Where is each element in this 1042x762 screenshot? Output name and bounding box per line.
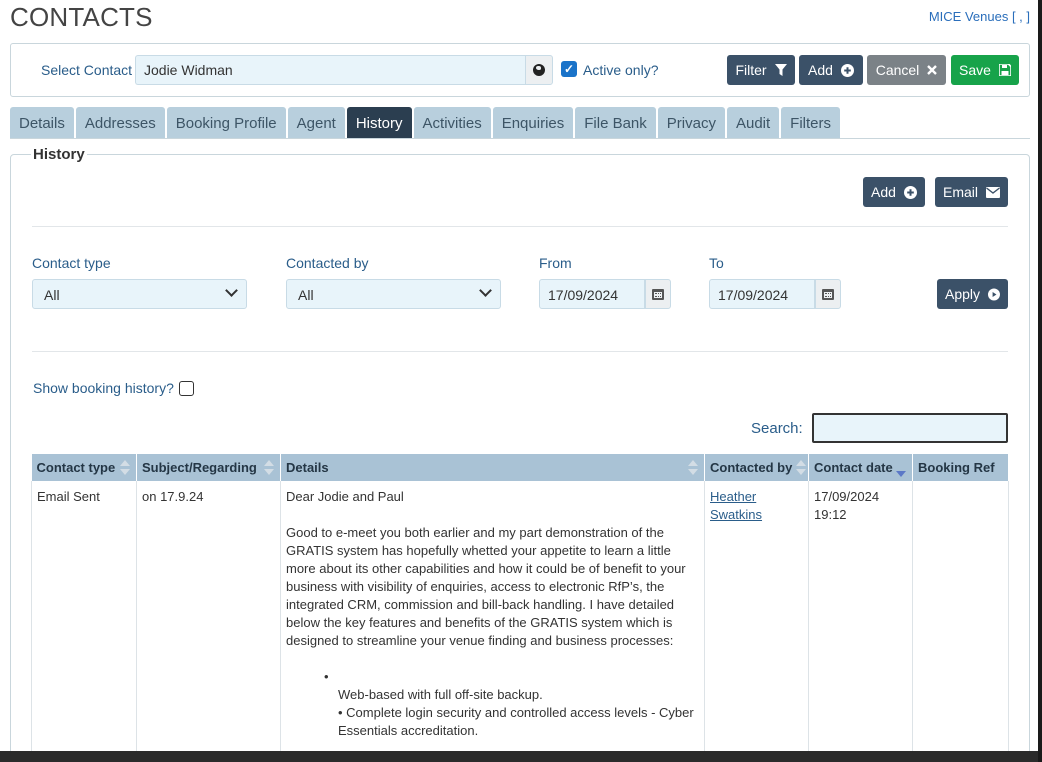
contact-type-value: All — [44, 287, 60, 303]
show-booking-history-checkbox[interactable] — [179, 381, 194, 396]
tab-details[interactable]: Details — [10, 107, 74, 139]
show-booking-history-label: Show booking history? — [33, 380, 174, 396]
add-contact-button[interactable]: Add — [799, 55, 863, 85]
cell-contact-date: 17/09/2024 19:12 — [808, 481, 913, 762]
table-header-row: Contact type Subject/Regarding Details C… — [31, 454, 1009, 481]
add-button-label: Add — [808, 62, 833, 78]
contacted-by-link[interactable]: Swatkins — [710, 507, 762, 522]
sort-icon — [796, 460, 806, 476]
contacted-by-value: All — [298, 287, 314, 303]
contact-bar: Select Contact Jodie Widman ✓ Active onl… — [10, 43, 1030, 97]
to-calendar-button[interactable] — [815, 279, 841, 309]
contact-type-label: Contact type — [32, 255, 111, 271]
column-header-booking-ref[interactable]: Booking Ref — [912, 454, 1009, 481]
filter-button[interactable]: Filter — [727, 55, 795, 85]
calendar-icon — [652, 288, 664, 300]
cell-booking-ref — [912, 481, 1009, 762]
cell-subject: on 17.9.24 — [136, 481, 281, 762]
history-add-label: Add — [871, 184, 896, 200]
tab-filters[interactable]: Filters — [781, 107, 841, 139]
cell-details: Dear Jodie and Paul Good to e-meet you b… — [280, 481, 705, 762]
cell-contacted-by: Heather Swatkins — [704, 481, 809, 762]
bullet-item: Web-based with full off-site backup. — [338, 687, 543, 702]
contact-date-value: 17/09/2024 — [814, 489, 880, 504]
chevron-down-icon — [225, 284, 238, 297]
column-header-details[interactable]: Details — [280, 454, 705, 481]
column-header-subject[interactable]: Subject/Regarding — [136, 454, 281, 481]
table-row[interactable]: Email Sent on 17.9.24 Dear Jodie and Pau… — [31, 481, 1009, 762]
to-date-input[interactable]: 17/09/2024 — [709, 279, 815, 309]
sort-icon — [120, 460, 130, 476]
tab-history[interactable]: History — [346, 107, 412, 139]
column-header-contacted-by[interactable]: Contacted by — [704, 454, 809, 481]
divider — [32, 351, 1008, 352]
window-right-edge — [1038, 0, 1042, 762]
select-contact-label: Select Contact — [41, 62, 133, 78]
cell-contact-type: Email Sent — [31, 481, 137, 762]
contact-input[interactable]: Jodie Widman — [135, 55, 525, 85]
floppy-disk-icon — [998, 64, 1011, 76]
tab-enquiries[interactable]: Enquiries — [492, 107, 574, 139]
plus-circle-icon — [903, 185, 917, 199]
contacted-by-select[interactable]: All — [286, 279, 501, 309]
column-header-contact-type[interactable]: Contact type — [31, 454, 137, 481]
divider — [32, 226, 1008, 227]
history-email-button[interactable]: Email — [935, 177, 1008, 207]
column-header-contact-date[interactable]: Contact date — [808, 454, 913, 481]
filter-icon — [774, 64, 787, 76]
sort-icon — [688, 460, 698, 476]
calendar-icon — [822, 288, 834, 300]
close-icon — [927, 65, 938, 75]
contact-time-value: 19:12 — [814, 507, 847, 522]
history-legend: History — [31, 146, 87, 163]
tab-privacy[interactable]: Privacy — [657, 107, 725, 139]
play-circle-icon — [988, 288, 1000, 300]
plus-circle-icon — [840, 63, 854, 77]
contacted-by-link[interactable]: Heather — [710, 489, 756, 504]
tab-bar: Details Addresses Booking Profile Agent … — [10, 107, 841, 139]
to-label: To — [709, 255, 724, 271]
filter-button-label: Filter — [735, 62, 767, 78]
from-calendar-button[interactable] — [645, 279, 671, 309]
history-table: Contact type Subject/Regarding Details C… — [31, 454, 1009, 762]
search-input[interactable] — [812, 413, 1008, 443]
from-label: From — [539, 255, 572, 271]
chevron-down-icon — [479, 284, 492, 297]
globe-icon — [533, 64, 545, 76]
tab-addresses[interactable]: Addresses — [75, 107, 165, 139]
save-button-label: Save — [959, 62, 991, 78]
details-greeting: Dear Jodie and Paul — [286, 489, 404, 504]
details-bullet-list: • Web-based with full off-site backup. •… — [286, 668, 699, 740]
details-body: Good to e-meet you both earlier and my p… — [286, 525, 686, 648]
history-add-button[interactable]: Add — [863, 177, 925, 207]
tab-activities[interactable]: Activities — [413, 107, 491, 139]
cancel-button[interactable]: Cancel — [867, 55, 946, 85]
cancel-button-label: Cancel — [875, 62, 920, 78]
contacted-by-label: Contacted by — [286, 255, 369, 271]
tab-file-bank[interactable]: File Bank — [575, 107, 656, 139]
apply-button-label: Apply — [945, 286, 981, 302]
bullet-marker: • — [324, 669, 329, 684]
envelope-icon — [986, 186, 1000, 198]
tab-audit[interactable]: Audit — [726, 107, 780, 139]
sort-icon — [264, 460, 274, 476]
sort-desc-icon — [896, 460, 906, 477]
apply-button[interactable]: Apply — [937, 279, 1008, 309]
active-only-checkbox[interactable]: ✓ — [561, 61, 577, 77]
tab-booking-profile[interactable]: Booking Profile — [166, 107, 286, 139]
bullet-item: • Complete login security and controlled… — [338, 705, 694, 738]
globe-button[interactable] — [525, 55, 553, 85]
active-only-label: Active only? — [583, 62, 659, 78]
history-email-label: Email — [943, 184, 979, 200]
mice-venues-link[interactable]: MICE Venues [ , ] — [929, 9, 1030, 24]
tab-agent[interactable]: Agent — [287, 107, 345, 139]
window-bottom-edge — [0, 751, 1042, 762]
search-label: Search: — [751, 420, 803, 437]
save-button[interactable]: Save — [951, 55, 1019, 85]
contact-type-select[interactable]: All — [32, 279, 247, 309]
from-date-input[interactable]: 17/09/2024 — [539, 279, 645, 309]
page-title: CONTACTS — [10, 2, 153, 32]
tab-divider — [10, 138, 1030, 139]
